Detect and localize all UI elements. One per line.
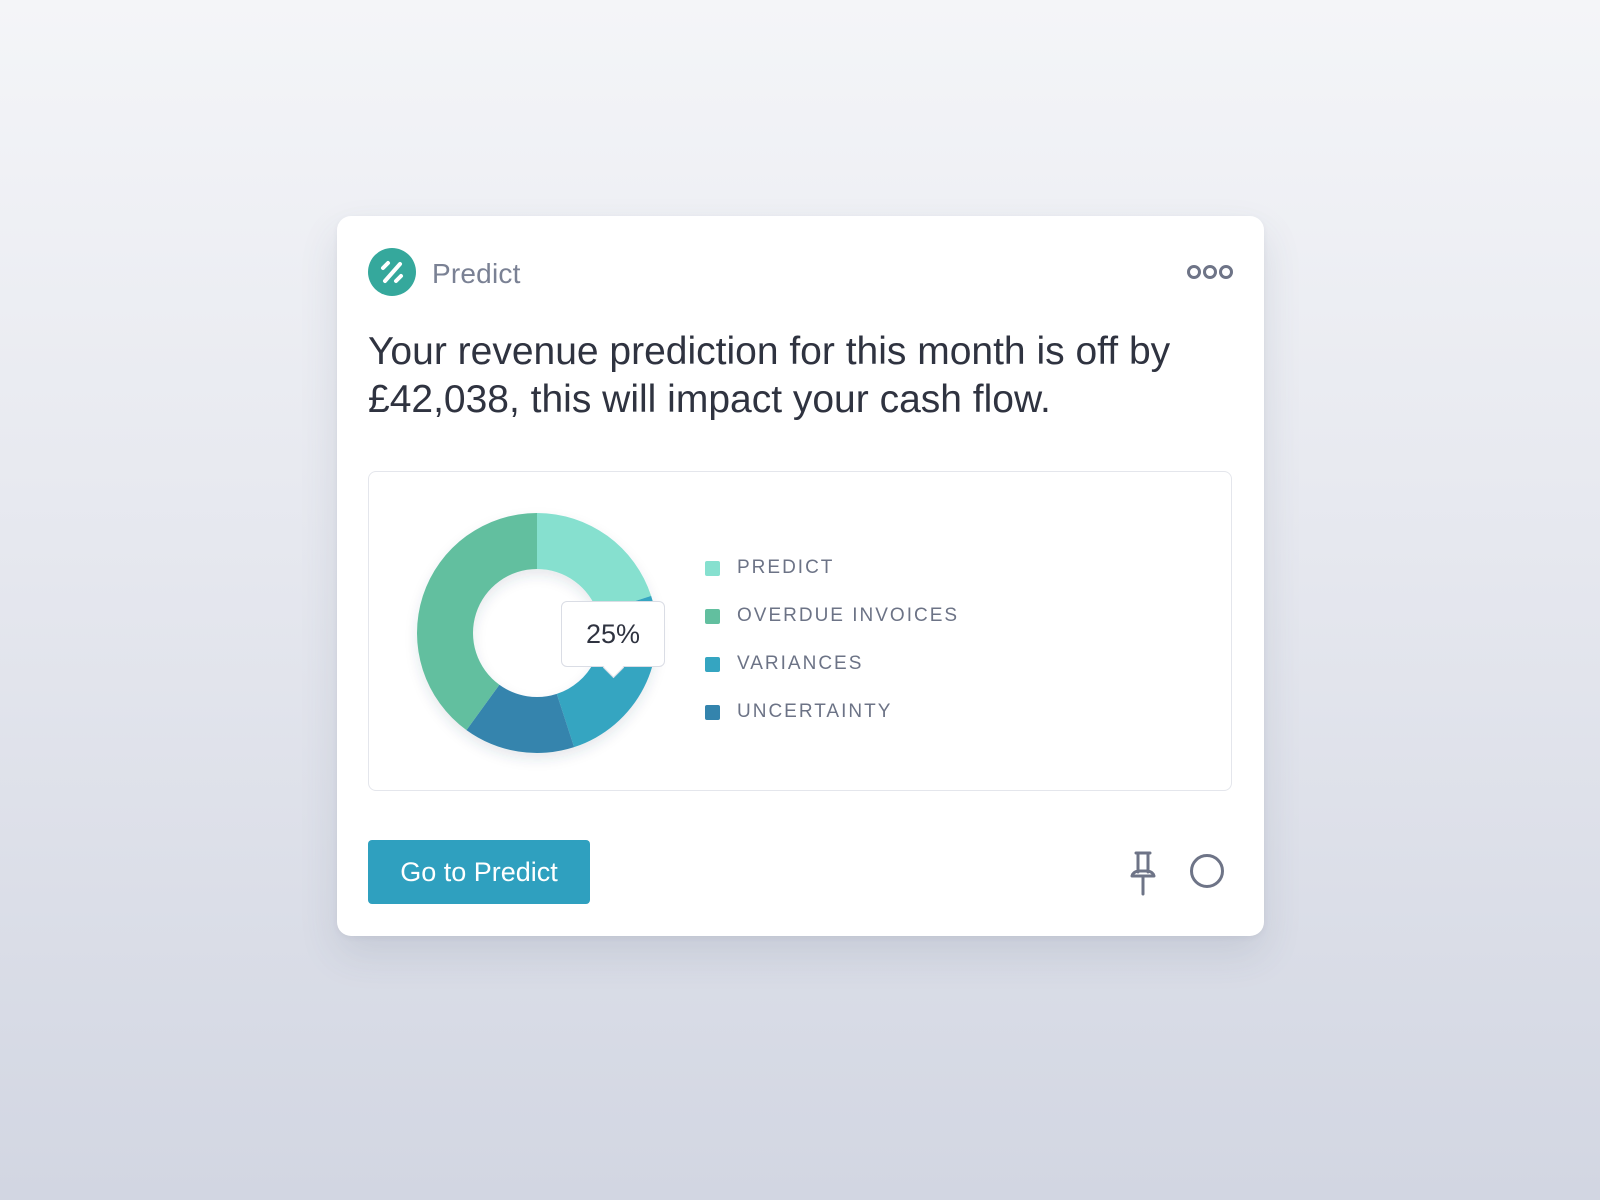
legend-item: OVERDUE INVOICES xyxy=(705,592,959,640)
legend-item: UNCERTAINTY xyxy=(705,688,959,736)
more-dot xyxy=(1203,265,1217,279)
percent-icon xyxy=(381,261,403,283)
chart-legend: PREDICT OVERDUE INVOICES VARIANCES UNCERTAI… xyxy=(705,544,959,736)
predict-logo-icon xyxy=(368,248,416,296)
prediction-message: Your revenue prediction for this month i… xyxy=(368,330,1171,421)
more-dot xyxy=(1219,265,1233,279)
legend-label: OVERDUE INVOICES xyxy=(737,605,960,626)
more-options-icon[interactable] xyxy=(1187,262,1233,282)
predict-card: Predict Your revenue prediction for this… xyxy=(337,216,1264,936)
percentage-tooltip: 25% xyxy=(561,601,665,667)
app-name: Predict xyxy=(432,258,521,289)
legend-swatch xyxy=(705,560,720,576)
legend-label: PREDICT xyxy=(737,557,835,578)
legend-item: PREDICT xyxy=(705,544,959,592)
go-to-predict-button[interactable]: Go to Predict xyxy=(368,840,590,904)
card-header: Predict xyxy=(368,248,1233,296)
legend-swatch xyxy=(705,608,720,624)
circle-icon[interactable] xyxy=(1190,854,1224,888)
legend-label: UNCERTAINTY xyxy=(737,701,893,722)
chart-panel: 25% PREDICT OVERDUE INVOICES VARIANCES UNCE… xyxy=(368,471,1232,791)
donut-slice-predict xyxy=(537,513,652,614)
legend-swatch xyxy=(705,656,720,672)
more-dot xyxy=(1187,265,1201,279)
pin-icon[interactable] xyxy=(1128,850,1158,896)
legend-item: VARIANCES xyxy=(705,640,959,688)
legend-swatch xyxy=(705,704,720,720)
legend-label: VARIANCES xyxy=(737,653,864,674)
